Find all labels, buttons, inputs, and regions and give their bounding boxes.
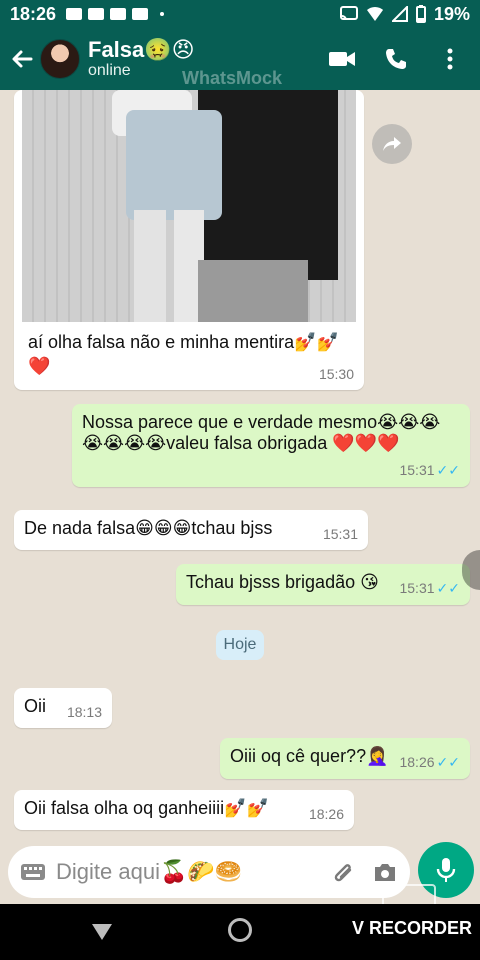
header-actions: [328, 45, 480, 73]
video-notification-icon: [110, 8, 127, 20]
message-bubble-outgoing[interactable]: Tchau bjsss brigadão 😘 15:31 ✓✓: [176, 564, 470, 605]
message-time: 18:13: [66, 704, 102, 720]
chat-area[interactable]: aí olha falsa não e minha mentira💅💅❤️ 15…: [0, 90, 480, 840]
contact-info[interactable]: Falsa🤢😠 online: [88, 38, 195, 80]
message-text: Tchau bjsss brigadão 😘: [186, 572, 379, 592]
system-nav-bar: V RECORDER: [0, 904, 480, 960]
more-vertical-icon: [447, 48, 453, 70]
status-time: 18:26: [10, 3, 57, 24]
system-icons: 19%: [339, 3, 470, 25]
message-time: 18:26: [399, 754, 435, 770]
message-text: Oii falsa olha oq ganheiiii💅💅: [24, 798, 269, 818]
app-notification-icon: [88, 8, 105, 20]
message-time: 18:26: [308, 806, 344, 822]
double-check-icon: ✓✓: [436, 462, 460, 478]
message-bubble-incoming[interactable]: Oii 18:13: [14, 688, 112, 728]
message-text: Oii: [24, 696, 46, 716]
nav-back-icon[interactable]: [92, 924, 112, 940]
more-options-button[interactable]: [436, 45, 464, 73]
contact-avatar[interactable]: [40, 39, 80, 79]
attach-icon[interactable]: [332, 859, 354, 885]
voice-call-button[interactable]: [382, 45, 410, 73]
more-notifications-dot-icon: [160, 12, 165, 16]
contact-status: online: [88, 62, 131, 79]
back-button[interactable]: [4, 41, 40, 77]
video-call-button[interactable]: [328, 45, 356, 73]
input-actions: [332, 859, 398, 885]
video-camera-icon: [329, 52, 355, 66]
contact-name: Falsa🤢😠: [88, 37, 195, 62]
double-check-icon: ✓✓: [436, 580, 460, 596]
microphone-icon: [436, 858, 456, 882]
nav-home-icon[interactable]: [228, 918, 252, 942]
phone-icon: [386, 49, 406, 69]
message-bubble-incoming[interactable]: Oii falsa olha oq ganheiiii💅💅 18:26: [14, 790, 354, 830]
message-time: 15:31: [399, 580, 435, 596]
message-text: Oiii oq cê quer??🤦‍♀️: [230, 746, 389, 766]
battery-icon: [415, 5, 426, 23]
wifi-icon: [366, 6, 383, 21]
message-bubble-outgoing[interactable]: Oiii oq cê quer??🤦‍♀️ 18:26 ✓✓: [220, 738, 470, 779]
message-input[interactable]: Digite aqui🍒🌮🥯: [56, 859, 242, 885]
recorder-watermark: V RECORDER: [352, 918, 473, 938]
double-check-icon: ✓✓: [436, 754, 460, 770]
message-text: De nada falsa😁😁😁tchau bjss: [24, 518, 273, 538]
message-time: 15:31: [322, 526, 358, 542]
arrow-left-icon: [12, 50, 33, 68]
message-bubble-incoming[interactable]: De nada falsa😁😁😁tchau bjss 15:31: [14, 510, 368, 550]
keyboard-icon[interactable]: [20, 863, 46, 881]
message-meta: 15:31 ✓✓: [399, 462, 460, 479]
message-time: 15:30: [318, 366, 354, 382]
notification-icons: [66, 8, 165, 20]
photo-message[interactable]: aí olha falsa não e minha mentira💅💅❤️ 15…: [14, 90, 364, 390]
message-input-bar[interactable]: Digite aqui🍒🌮🥯: [8, 846, 410, 898]
signal-icon: [391, 6, 408, 22]
message-text: Nossa parece que e verdade mesmo😭😭😭😭😭😭😭v…: [82, 412, 441, 453]
share-arrow-icon: [383, 137, 401, 151]
camera-icon[interactable]: [372, 861, 398, 883]
chat-header: Falsa🤢😠 online WhatsMock: [0, 28, 480, 90]
battery-percent: 19%: [433, 3, 470, 24]
message-photo[interactable]: [22, 90, 356, 322]
app-watermark: WhatsMock: [182, 68, 283, 88]
photo-caption: aí olha falsa não e minha mentira💅💅❤️: [28, 332, 339, 376]
photo-notification-icon: [66, 8, 83, 20]
date-divider: Hoje: [216, 630, 264, 660]
message-bubble-outgoing[interactable]: Nossa parece que e verdade mesmo😭😭😭😭😭😭😭v…: [72, 404, 470, 487]
message-meta: 15:31 ✓✓: [399, 580, 460, 597]
message-time: 15:31: [399, 462, 435, 478]
status-bar: 18:26 19%: [0, 0, 480, 28]
forward-button[interactable]: [372, 124, 412, 164]
cast-icon: [339, 6, 358, 21]
youtube-notification-icon: [132, 8, 149, 20]
message-meta: 18:26 ✓✓: [399, 754, 460, 771]
